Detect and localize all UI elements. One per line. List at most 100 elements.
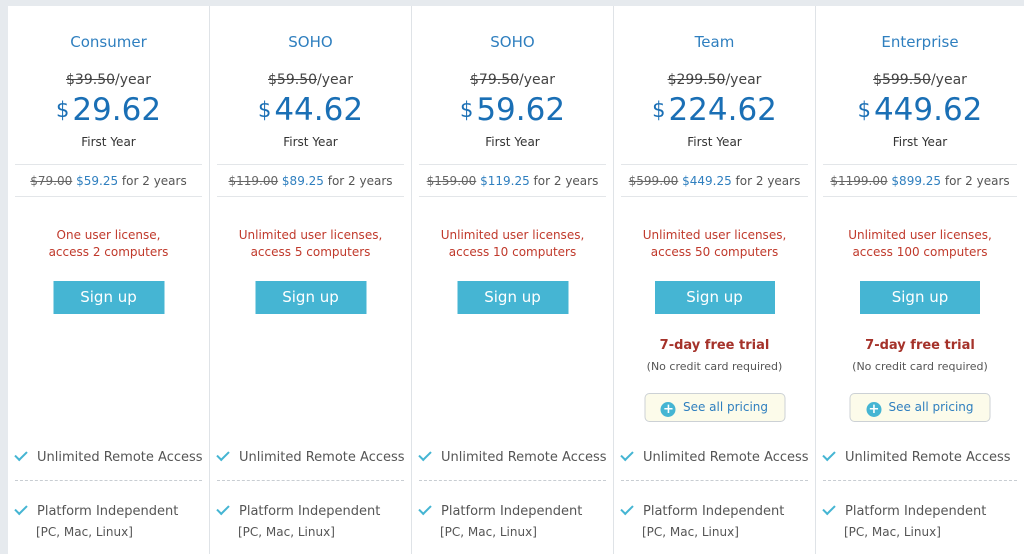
divider — [419, 164, 606, 165]
license-info: Unlimited user licenses, access 50 comput… — [624, 227, 805, 261]
sign-up-button[interactable]: Sign up — [53, 281, 164, 314]
license-info: One user license, access 2 computers — [18, 227, 199, 261]
two-year-old-price: $119.00 — [228, 174, 279, 188]
old-price-value: $599.50 — [873, 72, 931, 88]
plan-name: SOHO — [288, 33, 333, 51]
sign-up-button[interactable]: Sign up — [457, 281, 568, 314]
price-amount: 224.62 — [668, 92, 777, 128]
currency-symbol: $ — [857, 98, 871, 122]
feature-label: Unlimited Remote Access — [441, 450, 607, 465]
old-price-value: $79.50 — [470, 72, 520, 88]
plan-name: SOHO — [490, 33, 535, 51]
feature-divider — [15, 480, 202, 481]
feature-platform-independent: Platform Independent [PC, Mac, Linux] — [822, 501, 1017, 539]
feature-unlimited-remote-access: Unlimited Remote Access — [418, 447, 607, 465]
currency-symbol: $ — [55, 98, 70, 122]
free-trial-label: 7-day free trial — [659, 338, 770, 353]
old-price: $59.50/year — [210, 72, 411, 88]
two-year-new-price: $59.25 — [76, 174, 119, 188]
see-all-pricing-button[interactable]: + See all pricing — [644, 393, 785, 422]
first-year-label: First Year — [81, 135, 136, 149]
feature-sub-label: [PC, Mac, Linux] — [642, 525, 739, 539]
plan-card-consumer: Consumer $39.50/year $29.62 First Year $… — [8, 6, 210, 554]
price-amount: 29.62 — [72, 92, 162, 128]
feature-sub-label: [PC, Mac, Linux] — [844, 525, 941, 539]
feature-sub-label: [PC, Mac, Linux] — [238, 525, 335, 539]
check-icon — [418, 501, 432, 516]
license-line-2: access 100 computers — [852, 245, 988, 259]
feature-label: Platform Independent — [643, 504, 785, 519]
two-year-suffix: for 2 years — [529, 174, 599, 188]
per-year-label: /year — [519, 72, 555, 88]
first-year-label: First Year — [892, 135, 948, 149]
two-year-new-price: $89.25 — [281, 174, 324, 188]
feature-platform-independent: Platform Independent [PC, Mac, Linux] — [620, 501, 808, 539]
feature-label: Unlimited Remote Access — [643, 450, 809, 465]
plan-card-soho-5: SOHO $59.50/year $44.62 First Year $119.… — [210, 6, 412, 554]
plan-name: Enterprise — [881, 33, 959, 51]
plan-card-team: Team $299.50/year $224.62 First Year $59… — [614, 6, 816, 554]
license-line-2: access 50 computers — [650, 245, 779, 259]
divider — [823, 196, 1017, 197]
check-icon — [620, 501, 634, 516]
feature-divider — [621, 480, 808, 481]
price-amount: 44.62 — [274, 92, 364, 128]
divider — [419, 196, 606, 197]
plan-card-enterprise: Enterprise $599.50/year $449.62 First Ye… — [816, 6, 1024, 554]
plan-card-soho-10: SOHO $79.50/year $59.62 First Year $159.… — [412, 6, 614, 554]
first-year-label: First Year — [485, 135, 540, 149]
see-all-pricing-button[interactable]: + See all pricing — [849, 393, 991, 422]
license-line-1: One user license, — [56, 228, 161, 242]
current-price: $44.62 — [210, 92, 411, 128]
license-line-2: access 2 computers — [48, 245, 169, 259]
current-price: $224.62 — [614, 92, 815, 128]
check-icon — [14, 447, 28, 462]
currency-symbol: $ — [459, 98, 474, 122]
license-line-1: Unlimited user licenses, — [238, 228, 383, 242]
per-year-label: /year — [317, 72, 353, 88]
old-price: $599.50/year — [816, 72, 1024, 88]
license-line-1: Unlimited user licenses, — [848, 228, 992, 242]
two-year-old-price: $1199.00 — [830, 174, 888, 188]
sign-up-button[interactable]: Sign up — [654, 281, 775, 314]
two-year-old-price: $599.00 — [628, 174, 679, 188]
feature-label: Platform Independent — [441, 504, 583, 519]
plan-name: Team — [694, 33, 735, 51]
two-year-price: $599.00 $449.25 for 2 years — [614, 174, 815, 188]
old-price: $39.50/year — [8, 72, 209, 88]
old-price: $299.50/year — [614, 72, 815, 88]
feature-label: Unlimited Remote Access — [239, 450, 405, 465]
two-year-price: $79.00 $59.25 for 2 years — [8, 174, 209, 188]
sign-up-button[interactable]: Sign up — [255, 281, 366, 314]
two-year-suffix: for 2 years — [941, 174, 1010, 188]
feature-platform-independent: Platform Independent [PC, Mac, Linux] — [14, 501, 202, 539]
feature-label: Unlimited Remote Access — [37, 450, 203, 465]
per-year-label: /year — [930, 72, 967, 88]
two-year-suffix: for 2 years — [118, 174, 187, 188]
two-year-new-price: $119.25 — [480, 174, 530, 188]
feature-unlimited-remote-access: Unlimited Remote Access — [620, 447, 809, 465]
license-line-2: access 5 computers — [250, 245, 371, 259]
check-icon — [216, 447, 230, 462]
two-year-old-price: $79.00 — [30, 174, 73, 188]
plus-circle-icon: + — [660, 402, 676, 417]
two-year-price: $119.00 $89.25 for 2 years — [210, 174, 411, 188]
license-line-1: Unlimited user licenses, — [642, 228, 787, 242]
price-amount: 449.62 — [873, 92, 983, 128]
license-info: Unlimited user licenses, access 100 compu… — [826, 227, 1014, 261]
feature-unlimited-remote-access: Unlimited Remote Access — [14, 447, 203, 465]
current-price: $29.62 — [8, 92, 209, 128]
price-amount: 59.62 — [476, 92, 566, 128]
plus-circle-icon: + — [866, 402, 882, 417]
license-info: Unlimited user licenses, access 10 comput… — [422, 227, 603, 261]
sign-up-button[interactable]: Sign up — [860, 281, 980, 314]
currency-symbol: $ — [257, 98, 272, 122]
check-icon — [822, 447, 836, 462]
see-all-pricing-label: See all pricing — [888, 400, 974, 414]
feature-unlimited-remote-access: Unlimited Remote Access — [822, 447, 1017, 465]
license-info: Unlimited user licenses, access 5 compute… — [220, 227, 401, 261]
divider — [15, 196, 202, 197]
pricing-table: Consumer $39.50/year $29.62 First Year $… — [8, 6, 1024, 554]
check-icon — [418, 447, 432, 462]
two-year-price: $1199.00 $899.25 for 2 years — [816, 174, 1024, 188]
